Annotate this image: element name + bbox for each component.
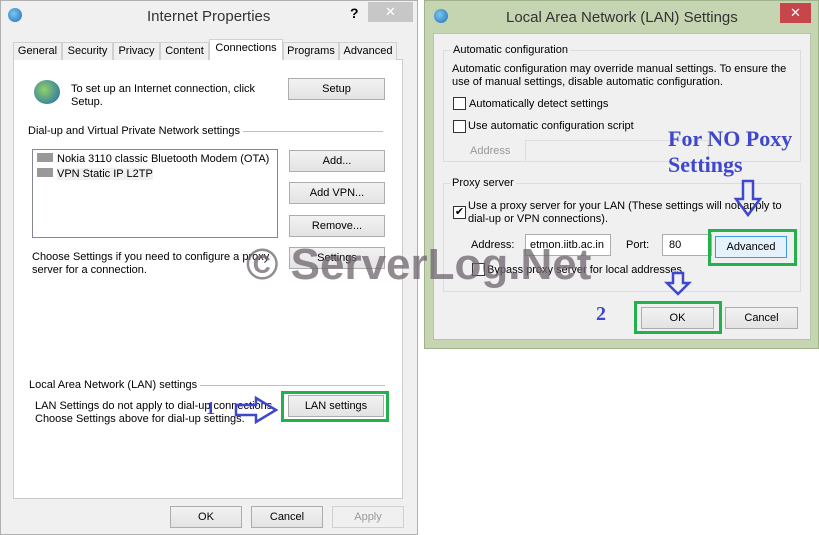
arrow-right-icon [234,395,279,425]
tab-connections[interactable]: Connections [209,39,283,60]
arrow-down-icon [733,179,763,218]
arrow-down-icon [663,271,693,296]
watermark: © ServerLog.Net [246,240,592,289]
